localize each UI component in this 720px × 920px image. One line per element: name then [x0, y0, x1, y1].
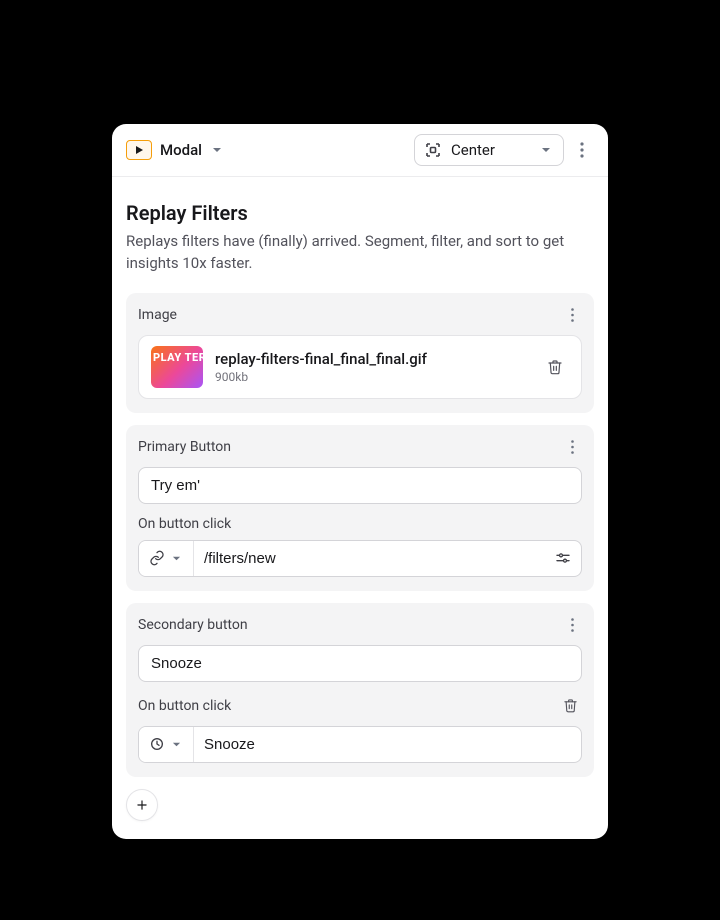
primary-on-click-input[interactable] [194, 541, 545, 576]
caret-down-icon [169, 551, 183, 565]
secondary-action-type-select[interactable] [139, 727, 194, 762]
caret-down-icon [539, 143, 553, 157]
delete-secondary-action-button[interactable] [558, 694, 582, 718]
primary-on-click-combo [138, 540, 582, 577]
image-file-size: 900kb [215, 370, 427, 384]
secondary-button-more-button[interactable] [562, 615, 582, 635]
link-icon [149, 550, 165, 566]
image-file-row[interactable]: replay-filters-final_final_final.gif 900… [138, 335, 582, 399]
image-thumbnail [151, 346, 203, 388]
delete-image-button[interactable] [541, 353, 569, 381]
page-subtitle: Replays filters have (finally) arrived. … [126, 231, 594, 275]
add-row [126, 789, 594, 821]
secondary-on-click-input[interactable] [194, 727, 581, 762]
panel-content: Replay Filters Replays filters have (fin… [112, 177, 608, 839]
center-align-icon [425, 142, 441, 158]
primary-button-section: Primary Button On button click [126, 425, 594, 591]
component-type-select[interactable]: Modal [126, 140, 224, 160]
primary-button-more-button[interactable] [562, 437, 582, 457]
image-section: Image replay-filters-final_final_final.g… [126, 293, 594, 413]
editor-panel: Modal Center Replay Filters Replays fi [112, 124, 608, 839]
add-section-button[interactable] [126, 789, 158, 821]
sliders-icon [555, 550, 571, 566]
position-select[interactable]: Center [414, 134, 564, 166]
panel-more-button[interactable] [570, 138, 594, 162]
secondary-button-section-label: Secondary button [138, 617, 248, 633]
secondary-on-click-combo [138, 726, 582, 763]
caret-down-icon [210, 143, 224, 157]
position-label: Center [451, 141, 495, 159]
secondary-button-text-input[interactable] [138, 645, 582, 682]
image-section-label: Image [138, 307, 177, 323]
primary-action-settings-button[interactable] [545, 541, 581, 576]
panel-header: Modal Center [112, 124, 608, 177]
play-icon [126, 140, 152, 160]
primary-on-click-label: On button click [138, 516, 582, 532]
component-type-label: Modal [160, 141, 202, 159]
image-section-more-button[interactable] [562, 305, 582, 325]
clock-icon [149, 736, 165, 752]
primary-action-type-select[interactable] [139, 541, 194, 576]
page-title: Replay Filters [126, 201, 594, 225]
secondary-on-click-label: On button click [138, 698, 231, 714]
secondary-button-section: Secondary button On button click [126, 603, 594, 777]
primary-button-section-label: Primary Button [138, 439, 231, 455]
caret-down-icon [169, 737, 183, 751]
primary-button-text-input[interactable] [138, 467, 582, 504]
image-file-name: replay-filters-final_final_final.gif [215, 350, 427, 368]
plus-icon [135, 798, 149, 812]
